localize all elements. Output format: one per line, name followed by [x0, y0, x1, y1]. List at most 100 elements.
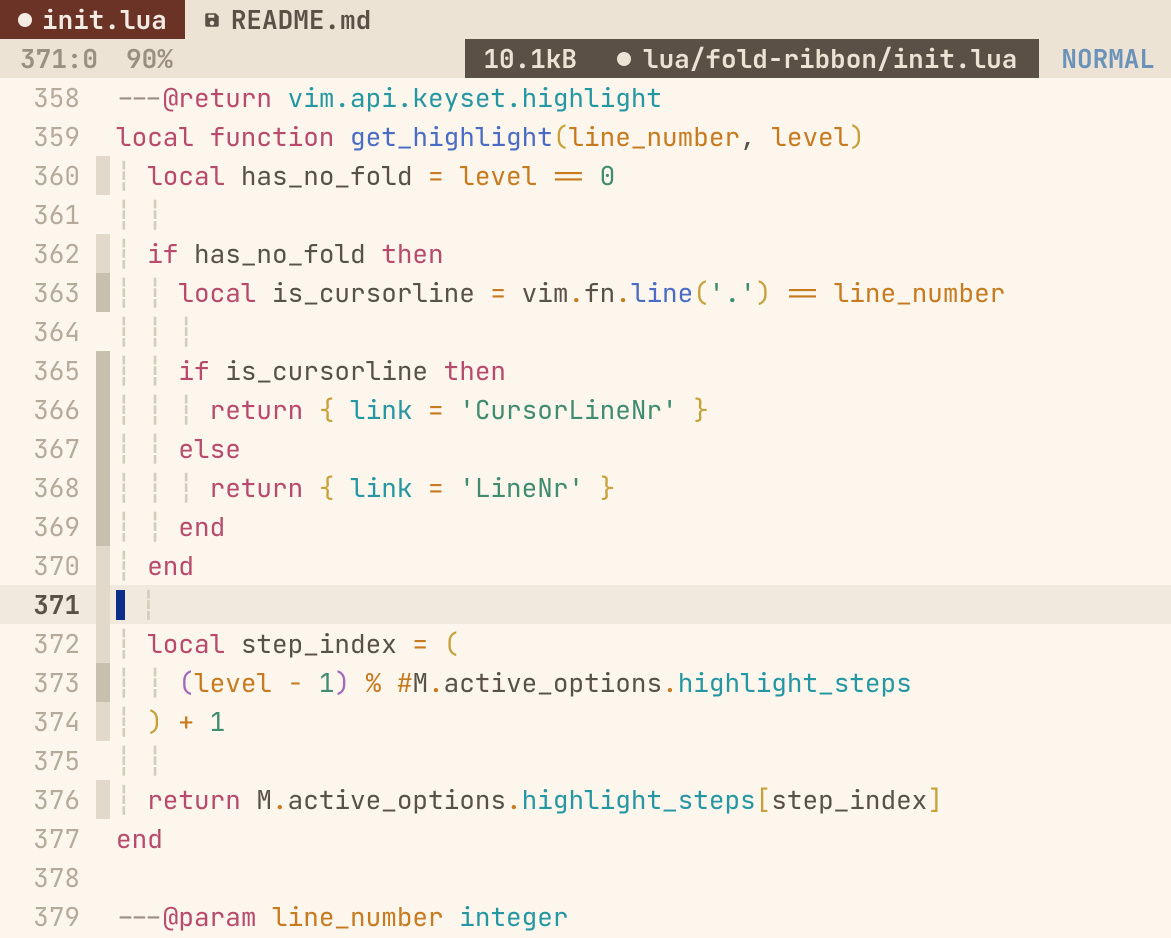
line-number: 366	[0, 390, 96, 429]
fold-ribbon-column	[96, 780, 110, 819]
fold-ribbon-column	[96, 546, 110, 585]
fold-ribbon-column	[96, 819, 110, 858]
code-line[interactable]: 366 ┆ ┆ ┆ return { link = 'CursorLineNr' …	[0, 390, 1171, 429]
fold-ribbon-column	[96, 234, 110, 273]
editor-window: init.lua README.md 371:0 90% 10.1kB lua/…	[0, 0, 1171, 938]
code-content: ┆ ┆ (level - 1) % #M.active_options.high…	[110, 663, 912, 702]
fold-ribbon-column	[96, 117, 110, 156]
code-content: ---@return vim.api.keyset.highlight	[110, 78, 662, 117]
code-line[interactable]: 365 ┆ ┆ if is_cursorline then	[0, 351, 1171, 390]
fold-ribbon-column	[96, 429, 110, 468]
code-line[interactable]: 373 ┆ ┆ (level - 1) % #M.active_options.h…	[0, 663, 1171, 702]
fold-ribbon-column	[96, 507, 110, 546]
line-number: 377	[0, 819, 96, 858]
line-number: 372	[0, 624, 96, 663]
line-number: 371	[0, 585, 96, 624]
code-content: ┆ ┆ ┆ return { link = 'CursorLineNr' }	[110, 390, 709, 429]
code-content: ---@param line_number integer	[110, 897, 568, 936]
fold-ribbon-column	[96, 468, 110, 507]
code-line[interactable]: 363 ┆ ┆ local is_cursorline = vim.fn.line…	[0, 273, 1171, 312]
tab-init-lua[interactable]: init.lua	[0, 0, 185, 39]
line-number: 365	[0, 351, 96, 390]
cursor-icon	[116, 590, 125, 620]
line-number: 362	[0, 234, 96, 273]
fold-ribbon-column	[96, 663, 110, 702]
code-content: ┆ ┆	[110, 741, 163, 780]
code-line[interactable]: 358 ---@return vim.api.keyset.highlight	[0, 78, 1171, 117]
file-size: 10.1kB	[465, 39, 595, 78]
line-number: 363	[0, 273, 96, 312]
code-line[interactable]: 369 ┆ ┆ end	[0, 507, 1171, 546]
code-line[interactable]: 379 ---@param line_number integer	[0, 897, 1171, 936]
fold-ribbon-column	[96, 858, 110, 897]
dot-icon	[617, 52, 631, 66]
code-line[interactable]: 374 ┆ ) + 1	[0, 702, 1171, 741]
fold-ribbon-column	[96, 273, 110, 312]
line-number: 374	[0, 702, 96, 741]
fold-ribbon-column	[96, 78, 110, 117]
code-content: ┆ ┆	[110, 195, 163, 234]
code-content: ┆ ┆ else	[110, 429, 241, 468]
code-content: ┆ ) + 1	[110, 702, 225, 741]
fold-ribbon-column	[96, 585, 110, 624]
fold-ribbon-column	[96, 312, 110, 351]
line-number: 364	[0, 312, 96, 351]
fold-ribbon-column	[96, 195, 110, 234]
code-line[interactable]: 367 ┆ ┆ else	[0, 429, 1171, 468]
code-content: ┆ ┆ if is_cursorline then	[110, 351, 506, 390]
tab-bar: init.lua README.md	[0, 0, 1171, 39]
code-line[interactable]: 359 local function get_highlight(line_num…	[0, 117, 1171, 156]
modified-dot-icon	[18, 13, 32, 27]
code-editor[interactable]: 358---@return vim.api.keyset.highlight35…	[0, 78, 1171, 938]
line-number: 358	[0, 78, 96, 117]
fold-ribbon-column	[96, 741, 110, 780]
line-number: 368	[0, 468, 96, 507]
fold-ribbon-column	[96, 390, 110, 429]
file-path-pill: lua/fold-ribbon/init.lua	[595, 39, 1039, 78]
code-content: ┆ ┆ local is_cursorline = vim.fn.line('.…	[110, 273, 1005, 312]
line-number: 369	[0, 507, 96, 546]
tab-label: init.lua	[42, 2, 167, 37]
line-number: 376	[0, 780, 96, 819]
code-content: ┆ local has_no_fold = level == 0	[110, 156, 615, 195]
code-content: ┆ return M.active_options.highlight_step…	[110, 780, 943, 819]
code-line[interactable]: 375 ┆ ┆	[0, 741, 1171, 780]
vim-mode: NORMAL	[1039, 41, 1171, 76]
line-number: 360	[0, 156, 96, 195]
code-line[interactable]: 361 ┆ ┆	[0, 195, 1171, 234]
code-line[interactable]: 378	[0, 858, 1171, 897]
line-number: 379	[0, 897, 96, 936]
code-line[interactable]: 360 ┆ local has_no_fold = level == 0	[0, 156, 1171, 195]
save-icon	[203, 11, 221, 29]
line-number: 375	[0, 741, 96, 780]
fold-ribbon-column	[96, 351, 110, 390]
code-content: ┆ end	[110, 546, 194, 585]
ruler-position: 371:0	[0, 41, 112, 76]
line-number: 367	[0, 429, 96, 468]
code-content: local function get_highlight(line_number…	[110, 117, 865, 156]
line-number: 373	[0, 663, 96, 702]
code-line[interactable]: 372┆ local step_index = (	[0, 624, 1171, 663]
code-line[interactable]: 376 ┆ return M.active_options.highlight_s…	[0, 780, 1171, 819]
code-line[interactable]: 364┆ ┆ ┆	[0, 312, 1171, 351]
code-line[interactable]: 370 ┆ end	[0, 546, 1171, 585]
code-line[interactable]: 377 end	[0, 819, 1171, 858]
line-number: 378	[0, 858, 96, 897]
line-number: 370	[0, 546, 96, 585]
fold-ribbon-column	[96, 156, 110, 195]
code-line[interactable]: 368 ┆ ┆ ┆ return { link = 'LineNr' }	[0, 468, 1171, 507]
code-content: end	[110, 819, 163, 858]
code-line-current[interactable]: 371 ┆	[0, 585, 1171, 624]
line-number: 361	[0, 195, 96, 234]
code-content: ┆ if has_no_fold then	[110, 234, 444, 273]
tab-label: README.md	[231, 2, 371, 37]
scroll-percent: 90%	[112, 41, 187, 76]
fold-ribbon-column	[96, 624, 110, 663]
code-content: ┆	[110, 585, 156, 624]
fold-ribbon-column	[96, 897, 110, 936]
code-content: ┆ ┆ end	[110, 507, 225, 546]
line-number: 359	[0, 117, 96, 156]
code-content: ┆ ┆ ┆ return { link = 'LineNr' }	[110, 468, 615, 507]
tab-readme-md[interactable]: README.md	[185, 0, 389, 39]
code-line[interactable]: 362 ┆ if has_no_fold then	[0, 234, 1171, 273]
